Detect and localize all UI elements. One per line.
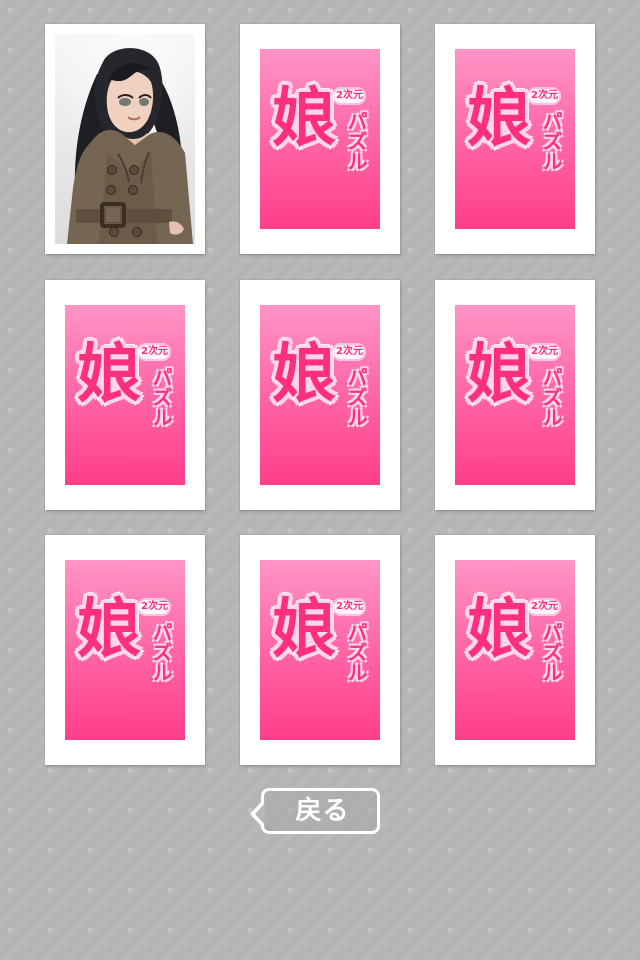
card-back: 2次元 娘 パズル	[260, 305, 380, 485]
badge-label: 2次元	[531, 346, 558, 357]
card-back: 2次元 娘 パズル	[65, 305, 185, 485]
back-button-label: 戻る	[295, 796, 350, 826]
card-back: 2次元 娘 パズル	[455, 560, 575, 740]
logo: 2次元 娘 パズル	[260, 305, 380, 485]
badge-label: 2次元	[531, 601, 558, 612]
badge: 2次元	[332, 598, 366, 616]
logo-main-text: 娘	[77, 593, 141, 667]
card-4[interactable]: 2次元 娘 パズル	[45, 280, 205, 510]
badge: 2次元	[527, 87, 561, 105]
card-5[interactable]: 2次元 娘 パズル	[240, 280, 400, 510]
card-back: 2次元 娘 パズル	[260, 560, 380, 740]
revealed-character-image	[55, 34, 195, 244]
card-6[interactable]: 2次元 娘 パズル	[435, 280, 595, 510]
logo: 2次元 娘 パズル	[455, 560, 575, 740]
badge-label: 2次元	[336, 346, 363, 357]
logo-main-text: 娘	[467, 82, 531, 156]
logo-main-text: 娘	[272, 338, 336, 412]
logo-vertical-text: パズル	[344, 111, 368, 171]
badge: 2次元	[527, 598, 561, 616]
badge: 2次元	[527, 343, 561, 361]
logo: 2次元 娘 パズル	[65, 560, 185, 740]
logo-main-text: 娘	[272, 593, 336, 667]
card-1[interactable]	[45, 24, 205, 254]
card-back: 2次元 娘 パズル	[65, 560, 185, 740]
badge: 2次元	[137, 343, 171, 361]
logo-vertical-text: パズル	[539, 111, 563, 171]
logo: 2次元 娘 パズル	[65, 305, 185, 485]
card-2[interactable]: 2次元 娘 パズル	[240, 24, 400, 254]
logo: 2次元 娘 パズル	[455, 49, 575, 229]
badge-label: 2次元	[531, 90, 558, 101]
logo: 2次元 娘 パズル	[455, 305, 575, 485]
logo-vertical-text: パズル	[344, 622, 368, 682]
card-3[interactable]: 2次元 娘 パズル	[435, 24, 595, 254]
card-9[interactable]: 2次元 娘 パズル	[435, 535, 595, 765]
logo-vertical-text: パズル	[344, 367, 368, 427]
card-back: 2次元 娘 パズル	[455, 305, 575, 485]
badge: 2次元	[332, 343, 366, 361]
card-back: 2次元 娘 パズル	[260, 49, 380, 229]
logo-vertical-text: パズル	[149, 367, 173, 427]
badge-label: 2次元	[141, 346, 168, 357]
character-portrait	[67, 48, 193, 244]
logo-vertical-text: パズル	[539, 367, 563, 427]
back-button[interactable]: 戻る	[250, 788, 380, 834]
badge-label: 2次元	[336, 90, 363, 101]
back-arrow-icon-inner	[255, 802, 266, 826]
badge-label: 2次元	[336, 601, 363, 612]
badge-label: 2次元	[141, 601, 168, 612]
logo-vertical-text: パズル	[149, 622, 173, 682]
card-7[interactable]: 2次元 娘 パズル	[45, 535, 205, 765]
logo: 2次元 娘 パズル	[260, 560, 380, 740]
logo-main-text: 娘	[77, 338, 141, 412]
logo: 2次元 娘 パズル	[260, 49, 380, 229]
logo-main-text: 娘	[467, 338, 531, 412]
card-back: 2次元 娘 パズル	[455, 49, 575, 229]
logo-main-text: 娘	[272, 82, 336, 156]
logo-vertical-text: パズル	[539, 622, 563, 682]
badge: 2次元	[137, 598, 171, 616]
badge: 2次元	[332, 87, 366, 105]
logo-main-text: 娘	[467, 593, 531, 667]
card-8[interactable]: 2次元 娘 パズル	[240, 535, 400, 765]
